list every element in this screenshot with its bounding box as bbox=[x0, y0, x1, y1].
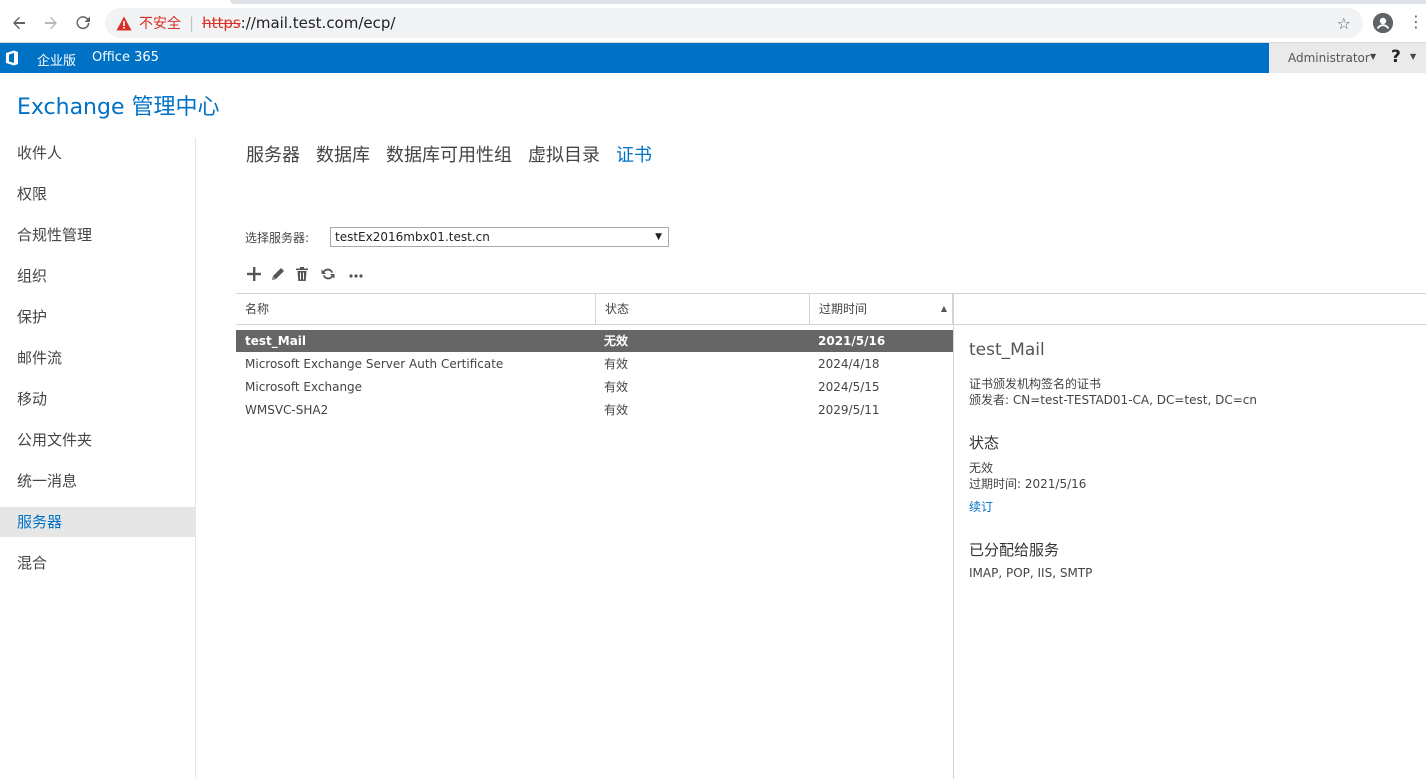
back-icon[interactable] bbox=[8, 12, 30, 34]
chevron-down-icon[interactable]: ▼ bbox=[1410, 52, 1416, 61]
pane-divider bbox=[953, 293, 954, 779]
cert-status: 无效 bbox=[604, 334, 629, 348]
warning-icon bbox=[115, 14, 133, 32]
nav-item-mail-flow[interactable]: 邮件流 bbox=[0, 343, 196, 373]
profile-icon[interactable] bbox=[1373, 13, 1393, 33]
nav-item-hybrid[interactable]: 混合 bbox=[0, 548, 196, 578]
cert-name: WMSVC-SHA2 bbox=[245, 403, 329, 417]
tab-dag[interactable]: 数据库可用性组 bbox=[386, 141, 512, 167]
cert-status: 有效 bbox=[604, 357, 629, 371]
url-scheme: https bbox=[202, 14, 241, 32]
column-header-status[interactable]: 状态 bbox=[596, 294, 810, 324]
server-select-label: 选择服务器: bbox=[245, 231, 310, 245]
chevron-down-icon[interactable]: ▼ bbox=[1370, 52, 1376, 61]
tab-certificates[interactable]: 证书 bbox=[616, 141, 652, 167]
details-border-header bbox=[953, 324, 1426, 325]
nav-item-organization[interactable]: 组织 bbox=[0, 261, 196, 291]
url-separator: | bbox=[189, 14, 195, 32]
browser-tabstrip bbox=[0, 0, 1426, 5]
user-area: Administrator ▼ ? ▼ bbox=[1269, 43, 1426, 73]
details-services-heading: 已分配给服务 bbox=[969, 541, 1060, 559]
chevron-down-icon: ▼ bbox=[655, 232, 662, 242]
table-header: 名称 状态 过期时间 ▲ bbox=[236, 293, 953, 325]
office365-link[interactable]: Office 365 bbox=[92, 50, 159, 65]
details-status-value: 无效 bbox=[969, 461, 994, 475]
tab-databases[interactable]: 数据库 bbox=[316, 141, 370, 167]
nav-item-mobile[interactable]: 移动 bbox=[0, 384, 196, 414]
details-status-heading: 状态 bbox=[969, 434, 1000, 452]
browser-menu-icon[interactable]: ⋮ bbox=[1408, 13, 1424, 31]
bookmark-star-icon[interactable]: ☆ bbox=[1337, 14, 1351, 33]
table-row[interactable]: Microsoft Exchange Server Auth Certifica… bbox=[236, 353, 953, 375]
details-cert-type: 证书颁发机构签名的证书 bbox=[969, 377, 1102, 391]
details-expiry: 过期时间: 2021/5/16 bbox=[969, 477, 1087, 491]
details-title: test_Mail bbox=[969, 340, 1045, 360]
left-nav: 收件人 权限 合规性管理 组织 保护 邮件流 移动 公用文件夹 统一消息 服务器… bbox=[0, 138, 196, 779]
renew-link[interactable]: 续订 bbox=[969, 498, 993, 515]
certificates-table: 名称 状态 过期时间 ▲ test_Mail 无效 2021/5/16 Micr… bbox=[236, 293, 953, 779]
nav-item-protection[interactable]: 保护 bbox=[0, 302, 196, 332]
column-header-expires-label: 过期时间 bbox=[819, 302, 868, 316]
delete-icon[interactable] bbox=[292, 264, 312, 284]
address-bar[interactable]: 不安全 | https://mail.test.com/ecp/ ☆ bbox=[105, 8, 1363, 38]
server-select[interactable]: testEx2016mbx01.test.cn ▼ bbox=[330, 227, 669, 247]
nav-item-unified-messaging[interactable]: 统一消息 bbox=[0, 466, 196, 496]
table-row[interactable]: test_Mail 无效 2021/5/16 bbox=[236, 330, 953, 352]
add-icon[interactable] bbox=[244, 264, 264, 284]
table-row[interactable]: WMSVC-SHA2 有效 2029/5/11 bbox=[236, 399, 953, 421]
table-row[interactable]: Microsoft Exchange 有效 2024/5/15 bbox=[236, 376, 953, 398]
sort-ascending-icon: ▲ bbox=[940, 304, 947, 313]
cert-expires: 2029/5/11 bbox=[818, 403, 880, 417]
refresh-icon[interactable] bbox=[318, 264, 338, 284]
column-header-expires[interactable]: 过期时间 ▲ bbox=[810, 294, 953, 324]
nav-item-recipients[interactable]: 收件人 bbox=[0, 138, 196, 168]
tab-servers[interactable]: 服务器 bbox=[246, 141, 300, 167]
browser-toolbar: 不安全 | https://mail.test.com/ecp/ ☆ ⋮ bbox=[0, 0, 1426, 43]
edit-icon[interactable] bbox=[268, 264, 288, 284]
o365-header: 企业版 Office 365 Administrator ▼ ? ▼ bbox=[0, 43, 1426, 73]
url-path: ://mail.test.com/ecp/ bbox=[240, 14, 396, 32]
reload-icon[interactable] bbox=[72, 12, 94, 34]
details-services-value: IMAP, POP, IIS, SMTP bbox=[969, 566, 1093, 580]
user-menu[interactable]: Administrator bbox=[1288, 51, 1370, 65]
cert-status: 有效 bbox=[604, 380, 629, 394]
tab-virtual-directories[interactable]: 虚拟目录 bbox=[528, 141, 600, 167]
cert-expires: 2024/4/18 bbox=[818, 357, 880, 371]
office-logo-icon[interactable] bbox=[5, 50, 19, 66]
column-header-name[interactable]: 名称 bbox=[236, 294, 596, 324]
details-border-top bbox=[953, 293, 1426, 294]
cert-expires: 2024/5/15 bbox=[818, 380, 880, 394]
more-icon[interactable] bbox=[346, 264, 366, 284]
security-status-label[interactable]: 不安全 bbox=[139, 13, 181, 33]
cert-status: 有效 bbox=[604, 403, 629, 417]
details-issuer: 颁发者: CN=test-TESTAD01-CA, DC=test, DC=cn bbox=[969, 393, 1257, 407]
nav-item-permissions[interactable]: 权限 bbox=[0, 179, 196, 209]
server-select-value: testEx2016mbx01.test.cn bbox=[335, 230, 490, 244]
help-icon[interactable]: ? bbox=[1391, 47, 1401, 67]
cert-expires: 2021/5/16 bbox=[818, 334, 886, 348]
page-title: Exchange 管理中心 bbox=[17, 95, 220, 120]
nav-item-public-folders[interactable]: 公用文件夹 bbox=[0, 425, 196, 455]
cert-name: Microsoft Exchange Server Auth Certifica… bbox=[245, 357, 504, 371]
nav-item-servers[interactable]: 服务器 bbox=[0, 507, 196, 537]
forward-icon[interactable] bbox=[40, 12, 62, 34]
edition-link[interactable]: 企业版 bbox=[37, 50, 76, 69]
cert-name: Microsoft Exchange bbox=[245, 380, 363, 394]
cert-name: test_Mail bbox=[245, 334, 307, 348]
nav-item-compliance[interactable]: 合规性管理 bbox=[0, 220, 196, 250]
